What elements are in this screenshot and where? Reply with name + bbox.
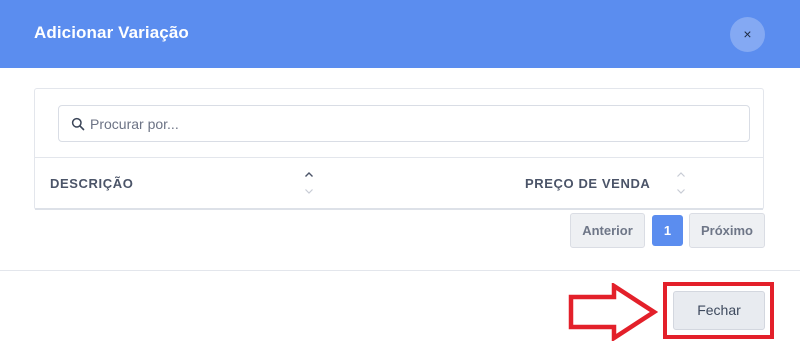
- table-bottom-border: [35, 208, 763, 210]
- variations-table-card: DESCRIÇÃO PREÇO DE VENDA: [34, 88, 764, 210]
- sort-arrows-icon[interactable]: [675, 170, 687, 196]
- add-variation-modal: Adicionar Variação × DESCRIÇÃO PREÇO DE …: [0, 0, 800, 349]
- search-input[interactable]: [90, 106, 730, 141]
- current-page-button[interactable]: 1: [652, 215, 683, 246]
- search-box: [58, 105, 750, 142]
- sort-arrows-icon[interactable]: [303, 170, 315, 196]
- close-button[interactable]: Fechar: [673, 291, 765, 330]
- search-icon: [71, 117, 85, 131]
- footer-divider: [0, 270, 800, 271]
- table-header-divider: [35, 157, 763, 158]
- column-header-description[interactable]: DESCRIÇÃO: [50, 176, 133, 191]
- modal-title: Adicionar Variação: [34, 23, 189, 42]
- close-modal-button[interactable]: ×: [730, 17, 765, 52]
- modal-header: Adicionar Variação ×: [0, 0, 800, 68]
- previous-page-button[interactable]: Anterior: [570, 213, 645, 248]
- red-arrow-annotation: [568, 283, 658, 341]
- next-page-button[interactable]: Próximo: [689, 213, 765, 248]
- column-header-sale-price[interactable]: PREÇO DE VENDA: [525, 176, 650, 191]
